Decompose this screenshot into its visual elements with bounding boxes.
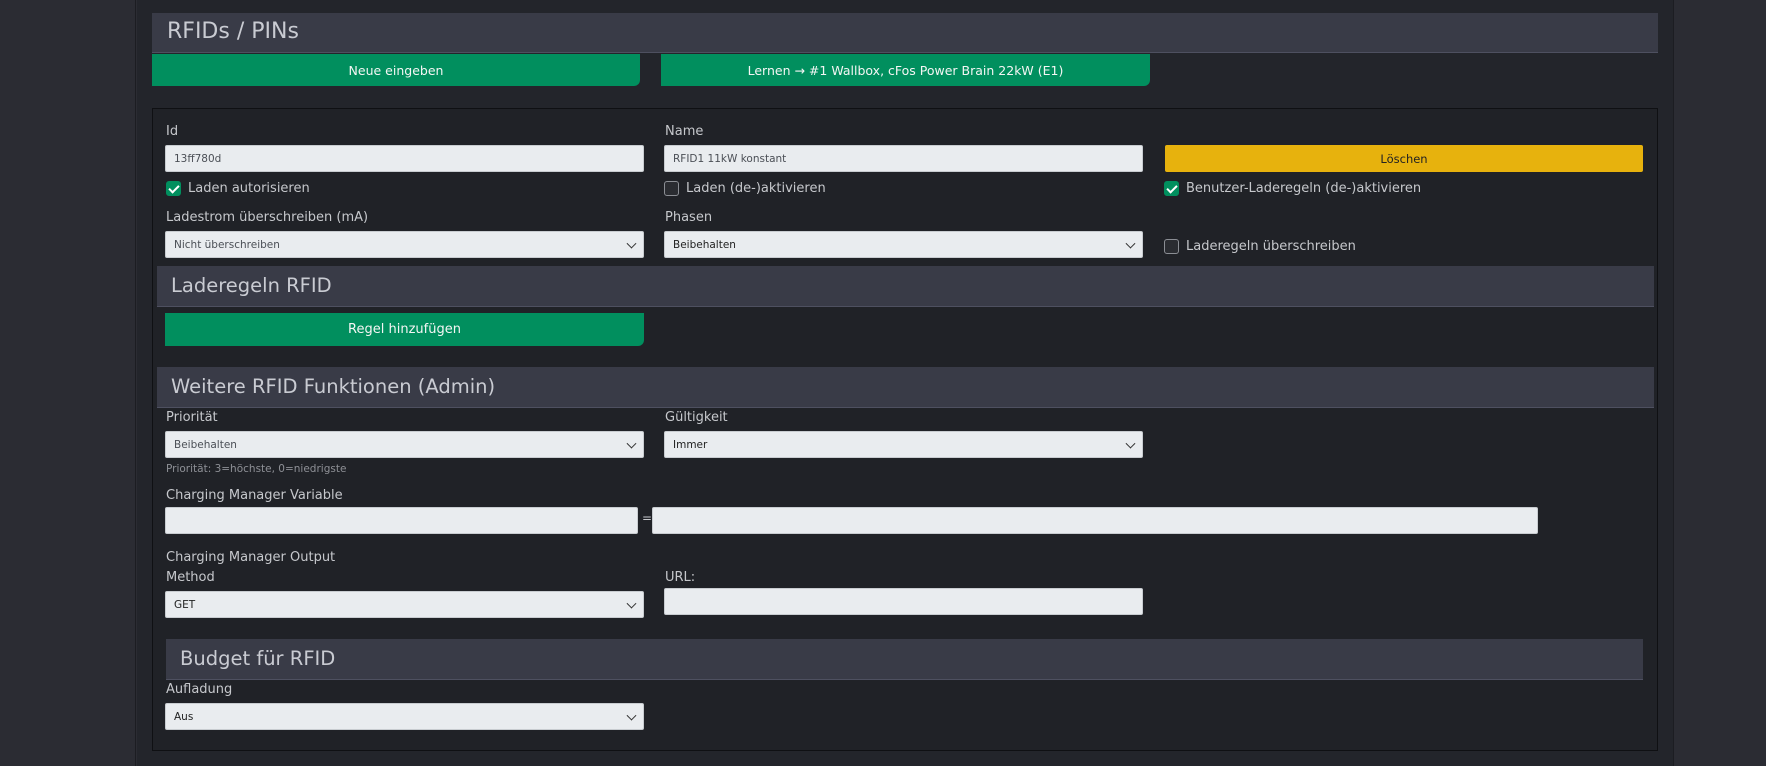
- rules-section-header: Laderegeln RFID: [157, 266, 1654, 307]
- override-rules-checkbox-box[interactable]: [1164, 239, 1179, 254]
- user-rules-checkbox-label: Benutzer-Laderegeln (de-)aktivieren: [1186, 181, 1422, 196]
- method-label: Method: [166, 570, 215, 585]
- chevron-down-icon: [626, 438, 637, 449]
- cm-output-label: Charging Manager Output: [166, 550, 336, 565]
- validity-label: Gültigkeit: [665, 410, 728, 425]
- user-rules-checkbox[interactable]: Benutzer-Laderegeln (de-)aktivieren: [1164, 181, 1421, 196]
- current-select-value: Nicht überschreiben: [174, 238, 280, 251]
- cm-variable-label: Charging Manager Variable: [166, 488, 343, 503]
- phases-label: Phasen: [665, 210, 713, 225]
- rfid-card: Id 13ff780d Name RFID1 11kW konstant Lös…: [152, 108, 1658, 751]
- phases-select-value: Beibehalten: [673, 238, 736, 251]
- validity-select[interactable]: Immer: [664, 431, 1143, 458]
- add-rule-button[interactable]: Regel hinzufügen: [165, 313, 644, 346]
- priority-select[interactable]: Beibehalten: [165, 431, 644, 458]
- url-label: URL:: [665, 570, 696, 585]
- activate-checkbox-box[interactable]: [664, 181, 679, 196]
- phases-select[interactable]: Beibehalten: [664, 231, 1143, 258]
- recharge-select[interactable]: Aus: [165, 703, 644, 730]
- validity-select-value: Immer: [673, 438, 708, 451]
- authorize-checkbox[interactable]: Laden autorisieren: [166, 181, 310, 196]
- chevron-down-icon: [626, 238, 637, 249]
- budget-section-title: Budget für RFID: [180, 647, 336, 670]
- name-label: Name: [665, 124, 704, 139]
- budget-section-header: Budget für RFID: [166, 639, 1643, 680]
- current-select[interactable]: Nicht überschreiben: [165, 231, 644, 258]
- admin-section-title: Weitere RFID Funktionen (Admin): [171, 375, 496, 398]
- override-rules-checkbox-label: Laderegeln überschreiben: [1186, 239, 1356, 254]
- page-title: RFIDs / PINs: [167, 19, 299, 44]
- url-input[interactable]: [664, 588, 1143, 615]
- user-rules-checkbox-box[interactable]: [1164, 181, 1179, 196]
- learn-button[interactable]: Lernen → #1 Wallbox, cFos Power Brain 22…: [661, 54, 1150, 86]
- left-margin: [0, 0, 136, 766]
- priority-label: Priorität: [166, 410, 218, 425]
- recharge-select-value: Aus: [174, 710, 194, 723]
- priority-hint: Priorität: 3=höchste, 0=niedrigste: [166, 463, 347, 475]
- rules-section-title: Laderegeln RFID: [171, 274, 332, 297]
- chevron-down-icon: [1125, 238, 1136, 249]
- equals-sign: =: [642, 511, 653, 525]
- activate-checkbox-label: Laden (de-)aktivieren: [686, 181, 826, 196]
- authorize-checkbox-box[interactable]: [166, 181, 181, 196]
- admin-section-header: Weitere RFID Funktionen (Admin): [157, 367, 1654, 408]
- recharge-label: Aufladung: [166, 682, 233, 697]
- chevron-down-icon: [626, 598, 637, 609]
- id-label: Id: [166, 124, 179, 139]
- page-title-bar: RFIDs / PINs: [152, 13, 1658, 53]
- override-rules-checkbox[interactable]: Laderegeln überschreiben: [1164, 239, 1356, 254]
- id-input-value: 13ff780d: [174, 152, 222, 165]
- method-select[interactable]: GET: [165, 591, 644, 618]
- current-label: Ladestrom überschreiben (mA): [166, 210, 369, 225]
- activate-checkbox[interactable]: Laden (de-)aktivieren: [664, 181, 826, 196]
- cm-variable-name-input[interactable]: [165, 507, 638, 534]
- right-margin: [1673, 0, 1766, 766]
- method-select-value: GET: [174, 598, 196, 611]
- name-input[interactable]: RFID1 11kW konstant: [664, 145, 1143, 172]
- main-panel: RFIDs / PINs Neue eingeben Lernen → #1 W…: [137, 0, 1673, 766]
- new-entry-button[interactable]: Neue eingeben: [152, 54, 640, 86]
- id-input[interactable]: 13ff780d: [165, 145, 644, 172]
- chevron-down-icon: [626, 710, 637, 721]
- cm-variable-value-input[interactable]: [652, 507, 1538, 534]
- priority-select-value: Beibehalten: [174, 438, 237, 451]
- chevron-down-icon: [1125, 438, 1136, 449]
- authorize-checkbox-label: Laden autorisieren: [188, 181, 310, 196]
- delete-button[interactable]: Löschen: [1165, 145, 1643, 172]
- name-input-value: RFID1 11kW konstant: [673, 152, 787, 165]
